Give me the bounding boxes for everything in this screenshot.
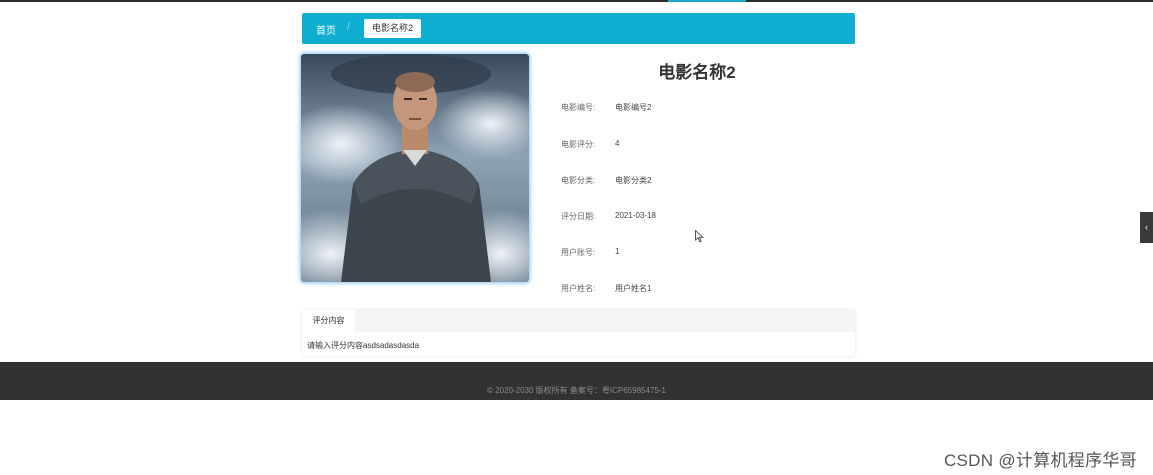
tab-review-content[interactable]: 评分内容: [302, 310, 355, 332]
review-tab-bar: 评分内容: [302, 310, 855, 332]
info-label: 用户姓名:: [561, 284, 596, 293]
info-value: 电影编号2: [615, 103, 652, 112]
chevron-left-icon: ‹: [1145, 222, 1148, 232]
info-label: 用户账号:: [561, 248, 596, 257]
breadcrumb-home-link[interactable]: 首页: [316, 22, 336, 37]
info-value: 2021-03-18: [615, 211, 656, 220]
movie-poster-image: [301, 54, 529, 282]
watermark-text: CSDN @计算机程序华哥: [943, 451, 1137, 470]
info-value: 1: [615, 247, 620, 256]
review-panel: 评分内容 请输入评分内容asdsadasdasda: [302, 310, 855, 356]
active-nav-indicator: [668, 0, 746, 2]
info-value: 4: [615, 139, 620, 148]
info-label: 电影分类:: [561, 176, 596, 185]
info-value: 用户姓名1: [615, 284, 652, 293]
info-value: 电影分类2: [615, 176, 652, 185]
review-content-text: 请输入评分内容asdsadasdasda: [307, 341, 420, 350]
breadcrumb: 首页 / 电影名称2: [302, 13, 855, 44]
info-label: 评分日期:: [561, 212, 596, 221]
footer-copyright: © 2020-2030 版权所有 备案号：粤ICP65985475-1: [487, 386, 666, 395]
breadcrumb-current: 电影名称2: [364, 19, 422, 38]
footer: © 2020-2030 版权所有 备案号：粤ICP65985475-1: [0, 362, 1153, 400]
breadcrumb-separator: /: [347, 22, 350, 33]
info-label: 电影编号:: [561, 103, 596, 112]
top-bar: [0, 0, 1153, 2]
side-panel-toggle[interactable]: ‹: [1140, 212, 1153, 243]
movie-title: 电影名称2: [658, 63, 736, 82]
info-label: 电影评分:: [561, 140, 596, 149]
mouse-pointer-icon: [695, 229, 704, 248]
